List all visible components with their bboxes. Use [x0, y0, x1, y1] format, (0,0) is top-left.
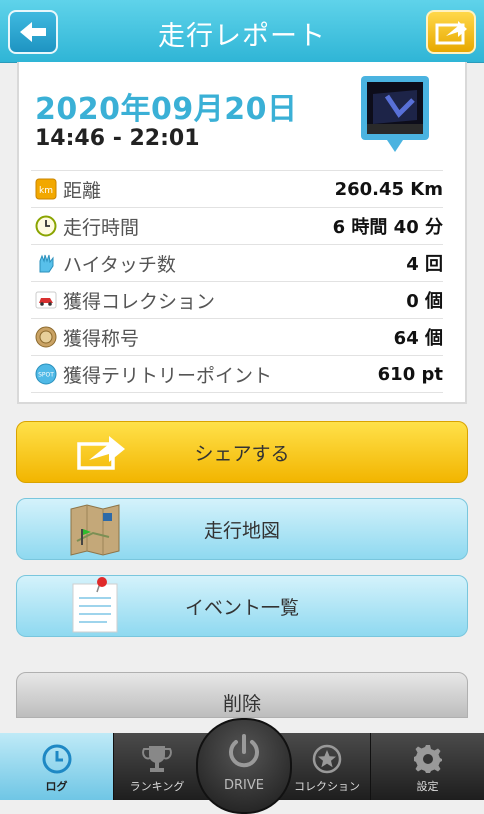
page-title: 走行レポート: [158, 21, 326, 52]
star-icon: [312, 744, 342, 774]
tab-log[interactable]: ログ: [0, 733, 113, 800]
stat-row-territory: SPOT 獲得テリトリーポイント 610 pt: [31, 355, 443, 393]
drive-label: DRIVE: [224, 778, 264, 793]
stats-list: km 距離 260.45 Km 走行時間 6 時間 40 分 ハイタッチ数 4 …: [31, 170, 443, 393]
gear-icon: [413, 745, 442, 773]
stat-row-drive-time: 走行時間 6 時間 40 分: [31, 207, 443, 244]
stat-value: 64 個: [393, 328, 443, 349]
report-date: 2020年09月20日: [35, 92, 298, 127]
km-icon-text: km: [39, 186, 53, 196]
stat-row-titles: 獲得称号 64 個: [31, 318, 443, 355]
stat-row-distance: km 距離 260.45 Km: [31, 170, 443, 207]
drive-map-label: 走行地図: [203, 519, 280, 542]
stat-row-high-five: ハイタッチ数 4 回: [31, 244, 443, 281]
share-button[interactable]: シェアする: [16, 421, 468, 483]
report-time-range: 14:46 - 22:01: [35, 126, 200, 151]
tab-log-label: ログ: [45, 780, 68, 793]
stat-label: 距離: [63, 179, 102, 202]
tab-settings-label: 設定: [416, 780, 439, 793]
app-header: 走行レポート: [0, 0, 484, 63]
car-icon: [35, 291, 57, 309]
spot-icon-text: SPOT: [38, 372, 54, 379]
drive-map-button[interactable]: 走行地図: [16, 498, 468, 560]
tab-collection-label: コレクション: [294, 780, 360, 793]
stat-row-collection: 獲得コレクション 0 個: [31, 281, 443, 318]
header-share-button[interactable]: [426, 10, 476, 54]
stat-label: ハイタッチ数: [63, 253, 176, 276]
clock-icon: [42, 744, 71, 774]
medal-icon: [35, 326, 57, 348]
stat-value: 0 個: [406, 291, 443, 312]
trophy-icon: [142, 746, 172, 772]
share-icon: [435, 21, 467, 45]
clock-icon: [35, 215, 57, 237]
stat-label: 獲得テリトリーポイント: [63, 364, 273, 387]
stat-value: 6 時間 40 分: [332, 217, 443, 238]
drive-photo-pin-icon[interactable]: [359, 74, 431, 154]
tab-ranking[interactable]: ランキング: [114, 733, 200, 800]
event-list-label: イベント一覧: [184, 596, 299, 619]
stat-label: 走行時間: [63, 216, 140, 239]
high-five-icon: [39, 254, 54, 273]
report-card: 2020年09月20日 14:46 - 22:01 km 距離 260.45 K…: [17, 62, 467, 404]
tab-collection[interactable]: コレクション: [284, 733, 370, 800]
stat-value: 4 回: [406, 254, 443, 275]
delete-label: 削除: [222, 692, 261, 715]
event-list-button[interactable]: イベント一覧: [16, 575, 468, 637]
km-icon: km: [35, 178, 57, 200]
stat-label: 獲得コレクション: [63, 290, 216, 313]
stat-label: 獲得称号: [63, 327, 140, 350]
share-label: シェアする: [194, 442, 290, 465]
spot-icon: SPOT: [35, 363, 57, 385]
stat-value: 260.45 Km: [334, 178, 443, 200]
delete-button[interactable]: 削除: [16, 672, 468, 718]
tab-settings[interactable]: 設定: [371, 733, 484, 800]
power-icon: [229, 734, 259, 768]
tab-ranking-label: ランキング: [129, 780, 185, 793]
stat-value: 610 pt: [377, 363, 443, 385]
